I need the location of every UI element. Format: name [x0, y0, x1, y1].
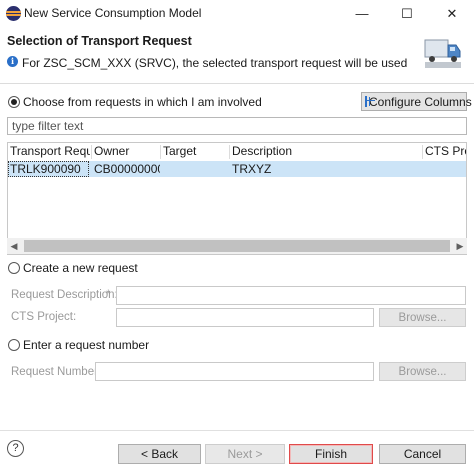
create-request-label: Create a new request [23, 261, 138, 275]
cts-project-label: CTS Project: [11, 311, 77, 323]
scroll-right-icon[interactable]: ▶ [453, 238, 467, 254]
choose-requests-radio[interactable] [8, 96, 20, 108]
page-title: Selection of Transport Request [7, 34, 192, 48]
request-description-field[interactable] [116, 286, 466, 305]
close-button[interactable]: ✕ [430, 0, 474, 27]
column-header-transport-request[interactable]: Transport Requ… [8, 143, 90, 160]
create-request-radio[interactable] [8, 262, 20, 274]
scroll-left-icon[interactable]: ◀ [7, 238, 21, 254]
finish-button[interactable]: Finish [289, 444, 373, 464]
columns-icon [365, 96, 375, 107]
configure-columns-label: Configure Columns [369, 94, 472, 109]
cts-browse-button[interactable]: Browse... [379, 308, 466, 327]
info-icon: i [7, 56, 18, 67]
cell-cts-project [423, 161, 466, 177]
choose-requests-label: Choose from requests in which I am invol… [23, 95, 262, 109]
window-title: New Service Consumption Model [24, 6, 202, 20]
maximize-button[interactable]: ☐ [385, 0, 429, 27]
column-header-cts-project[interactable]: CTS Proje [423, 143, 466, 160]
cell-owner: CB00000000… [94, 162, 160, 176]
cell-description: TRXYZ [232, 162, 272, 176]
required-marker: * [106, 289, 111, 301]
transport-truck-icon [424, 39, 461, 68]
scrollbar-thumb[interactable] [24, 240, 450, 252]
filter-input[interactable] [7, 117, 467, 135]
next-button[interactable]: Next > [205, 444, 285, 464]
cell-transport-request: TRLK900090 [10, 162, 81, 176]
request-number-field[interactable] [95, 362, 374, 381]
cell-target [161, 161, 229, 177]
configure-columns-button[interactable]: Configure Columns [361, 92, 472, 111]
cts-project-field[interactable] [116, 308, 374, 327]
column-header-owner[interactable]: Owner [92, 143, 160, 160]
request-number-label: Request Number: [11, 366, 102, 378]
back-button[interactable]: < Back [118, 444, 201, 464]
table-row[interactable]: TRLK900090 CB00000000… TRXYZ [8, 161, 466, 177]
column-header-description[interactable]: Description [230, 143, 422, 160]
help-icon[interactable]: ? [7, 440, 24, 457]
cancel-button[interactable]: Cancel [379, 444, 466, 464]
minimize-button[interactable]: — [340, 0, 384, 27]
footer-divider [0, 430, 474, 431]
number-browse-button[interactable]: Browse... [379, 362, 466, 381]
enter-number-radio[interactable] [8, 339, 20, 351]
request-description-label: Request Description: [11, 289, 118, 301]
enter-number-label: Enter a request number [23, 338, 150, 352]
column-header-target[interactable]: Target [161, 143, 229, 160]
eclipse-app-icon [6, 6, 21, 21]
header-message: For ZSC_SCM_XXX (SRVC), the selected tra… [22, 56, 408, 70]
